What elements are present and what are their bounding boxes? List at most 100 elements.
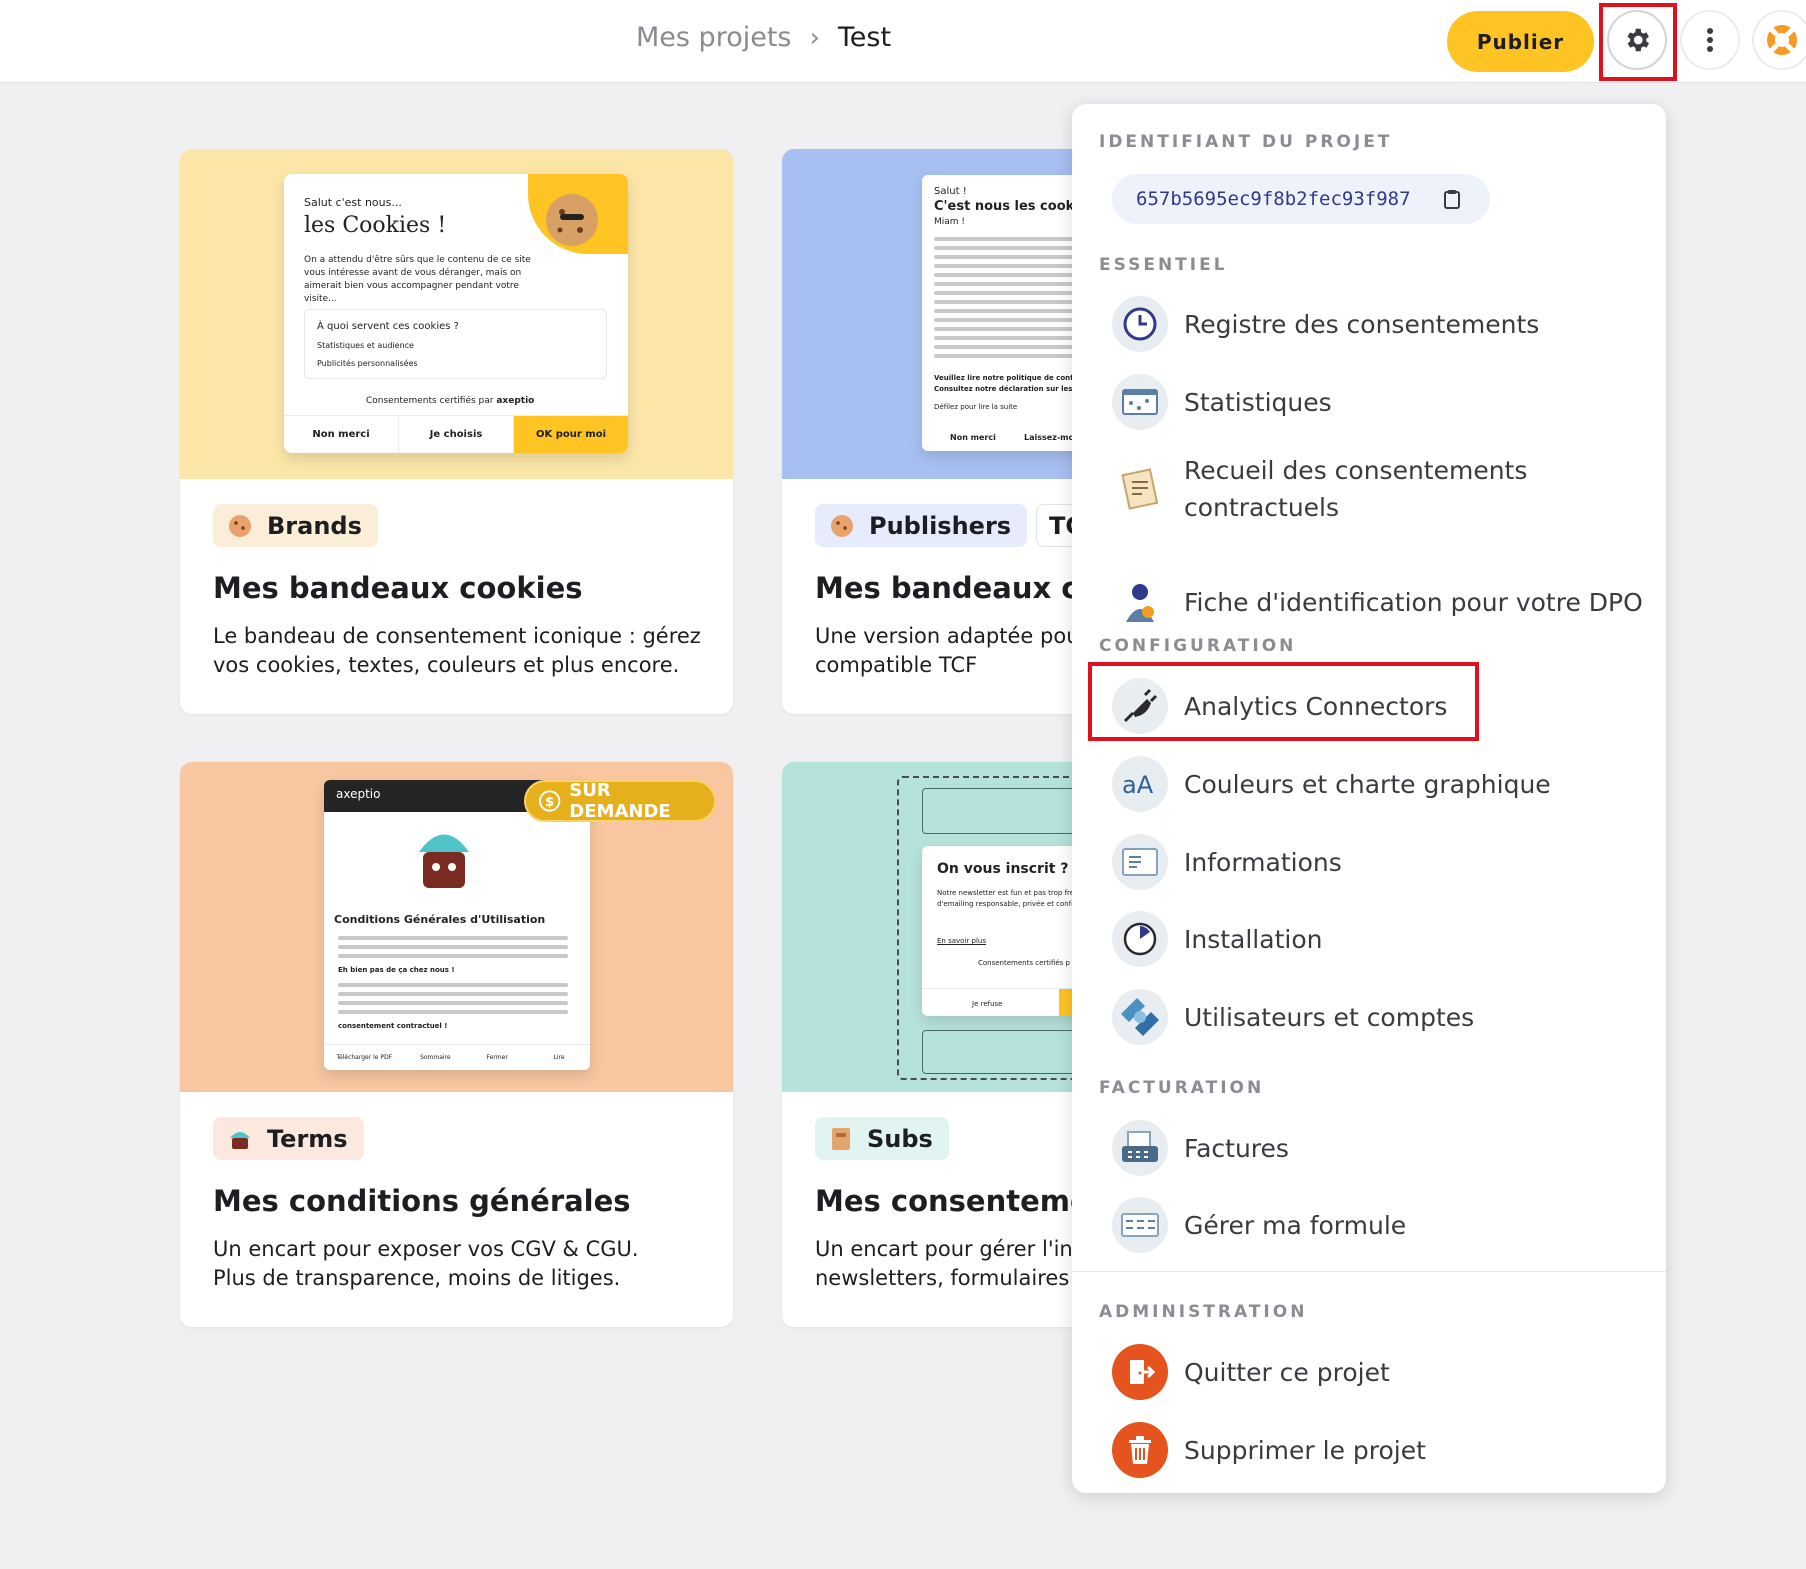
mock-title: Conditions Générales d'Utilisation	[334, 913, 546, 926]
menu-item-statistiques[interactable]: Statistiques	[1112, 374, 1332, 430]
top-bar: Mes projets › Test Publier	[0, 0, 1806, 83]
stats-chart-icon	[1112, 374, 1168, 430]
mock-summary-button: Sommaire	[420, 1054, 451, 1061]
cupcake-mascot-icon	[419, 834, 469, 888]
section-administration: ADMINISTRATION	[1099, 1302, 1308, 1322]
menu-item-couleurs[interactable]: aA Couleurs et charte graphique	[1112, 756, 1551, 812]
mock-item: Publicités personnalisées	[317, 359, 418, 368]
more-options-button[interactable]	[1680, 10, 1740, 70]
mock-strong-text: consentement contractuel !	[338, 1022, 448, 1030]
publish-button[interactable]: Publier	[1447, 11, 1594, 72]
mock-no-button: Non merci	[950, 433, 996, 442]
menu-item-registre[interactable]: Registre des consentements	[1112, 296, 1539, 352]
plug-icon	[1112, 678, 1168, 734]
dpo-person-icon	[1112, 574, 1168, 630]
menu-item-label: Supprimer le projet	[1184, 1435, 1426, 1465]
tag-label: Brands	[267, 511, 362, 540]
help-button[interactable]	[1752, 10, 1806, 70]
mock-greeting: Salut c'est nous...	[304, 196, 402, 209]
mock-certified: Consentements certifiés par axeptio	[366, 395, 534, 408]
menu-item-factures[interactable]: Factures	[1112, 1120, 1289, 1176]
settings-dropdown: IDENTIFIANT DU PROJET 657b5695ec9f8b2fec…	[1072, 104, 1666, 1493]
project-id-field[interactable]: 657b5695ec9f8b2fec93f987	[1112, 174, 1490, 224]
settings-button[interactable]	[1607, 10, 1667, 70]
mock-close-button: Fermer	[486, 1054, 508, 1061]
mock-question: À quoi servent ces cookies ?	[317, 321, 459, 332]
menu-item-utilisateurs[interactable]: Utilisateurs et comptes	[1112, 989, 1474, 1045]
tag-subs: Subs	[815, 1117, 949, 1160]
tag-terms: Terms	[213, 1117, 364, 1160]
section-facturation: FACTURATION	[1099, 1078, 1265, 1098]
mock-certified: Consentements certifiés p	[978, 959, 1070, 967]
menu-item-dpo[interactable]: Fiche d'identification pour votre DPO	[1112, 574, 1643, 630]
card-description: Le bandeau de consentement iconique : gé…	[213, 624, 701, 677]
card-terms[interactable]: axeptio Conditions Générales d'Utilisati…	[180, 762, 733, 1327]
mock-highlight: Eh bien pas de ça chez nous !	[338, 966, 455, 974]
breadcrumb-parent-link[interactable]: Mes projets	[636, 22, 792, 53]
info-card-icon	[1112, 834, 1168, 890]
project-id-value: 657b5695ec9f8b2fec93f987	[1136, 188, 1411, 210]
clipboard-icon[interactable]	[1443, 189, 1461, 209]
mock-certified-text: Consentements certifiés par	[366, 396, 494, 406]
mock-subline: Miam !	[934, 217, 966, 227]
card-terms-preview: axeptio Conditions Générales d'Utilisati…	[180, 762, 733, 1092]
section-essentiel: ESSENTIEL	[1099, 255, 1228, 275]
menu-divider	[1072, 1271, 1666, 1272]
mock-intro: On a attendu d'être sûrs que le contenu …	[304, 255, 531, 304]
card-brands[interactable]: Salut c'est nous... les Cookies ! On a a…	[180, 149, 733, 714]
breadcrumb: Mes projets › Test	[636, 22, 891, 53]
menu-item-label: Gérer ma formule	[1184, 1210, 1407, 1240]
menu-item-label: Installation	[1184, 924, 1323, 954]
cookie-icon	[229, 514, 251, 537]
card-description: Un encart pour exposer vos CGV & CGU. Pl…	[213, 1237, 639, 1290]
menu-item-label: Registre des consentements	[1184, 309, 1540, 339]
progress-clock-icon	[1112, 911, 1168, 967]
tag-label: Subs	[867, 1124, 933, 1153]
cookie-mascot-icon	[546, 194, 598, 246]
mock-scroll-hint: Défilez pour lire la suite	[934, 403, 1018, 411]
breadcrumb-separator-icon: ›	[809, 22, 820, 53]
contract-document-icon	[1112, 462, 1168, 518]
card-title: Mes bandeaux cookies	[213, 571, 583, 605]
tag-label: Terms	[267, 1124, 348, 1153]
mock-ok-button: OK pour moi	[514, 416, 628, 453]
on-demand-label: SUR DEMANDE	[569, 780, 671, 822]
plan-table-icon	[1112, 1197, 1168, 1253]
mock-refuse-button: Je refuse	[972, 1000, 1003, 1008]
lifebuoy-icon	[1767, 25, 1797, 55]
menu-item-label: Recueil des consentements contractuels	[1184, 456, 1528, 522]
section-project-id: IDENTIFIANT DU PROJET	[1099, 132, 1393, 152]
handshake-icon	[1112, 989, 1168, 1045]
cookie-icon	[831, 514, 853, 537]
mock-read-button: Lire	[553, 1054, 565, 1061]
menu-item-label: Fiche d'identification pour votre DPO	[1184, 587, 1643, 617]
menu-item-label: Factures	[1184, 1133, 1289, 1163]
cupcake-icon	[230, 1131, 250, 1149]
mock-brand: axeptio	[336, 787, 381, 801]
menu-item-label: Statistiques	[1184, 387, 1332, 417]
menu-item-label: Quitter ce projet	[1184, 1357, 1390, 1387]
on-demand-badge: $ SUR DEMANDE	[524, 780, 716, 822]
gear-icon	[1627, 28, 1649, 52]
calculator-invoice-icon	[1112, 1120, 1168, 1176]
menu-item-recueil[interactable]: Recueil des consentements contractuels	[1112, 452, 1584, 526]
mock-more-link: En savoir plus	[937, 937, 986, 945]
mock-pdf-button: Télécharger le PDF	[336, 1054, 393, 1061]
tag-label: Publishers	[869, 511, 1012, 540]
mock-question: On vous inscrit ?	[937, 861, 1069, 877]
menu-item-analytics-connectors[interactable]: Analytics Connectors	[1112, 678, 1447, 734]
menu-item-quitter[interactable]: Quitter ce projet	[1112, 1344, 1390, 1400]
mock-choose-button: Je choisis	[399, 416, 514, 453]
menu-item-supprimer[interactable]: Supprimer le projet	[1112, 1422, 1426, 1478]
more-vertical-icon	[1707, 28, 1713, 52]
breadcrumb-current: Test	[837, 22, 892, 53]
mock-brand: axeptio	[496, 396, 535, 406]
menu-item-informations[interactable]: Informations	[1112, 834, 1342, 890]
clock-icon	[1112, 296, 1168, 352]
section-configuration: CONFIGURATION	[1099, 636, 1297, 656]
menu-item-installation[interactable]: Installation	[1112, 911, 1322, 967]
exit-door-icon	[1112, 1344, 1168, 1400]
menu-item-formule[interactable]: Gérer ma formule	[1112, 1197, 1406, 1253]
card-brands-preview: Salut c'est nous... les Cookies ! On a a…	[180, 149, 733, 479]
svg-text:aA: aA	[1122, 771, 1154, 799]
